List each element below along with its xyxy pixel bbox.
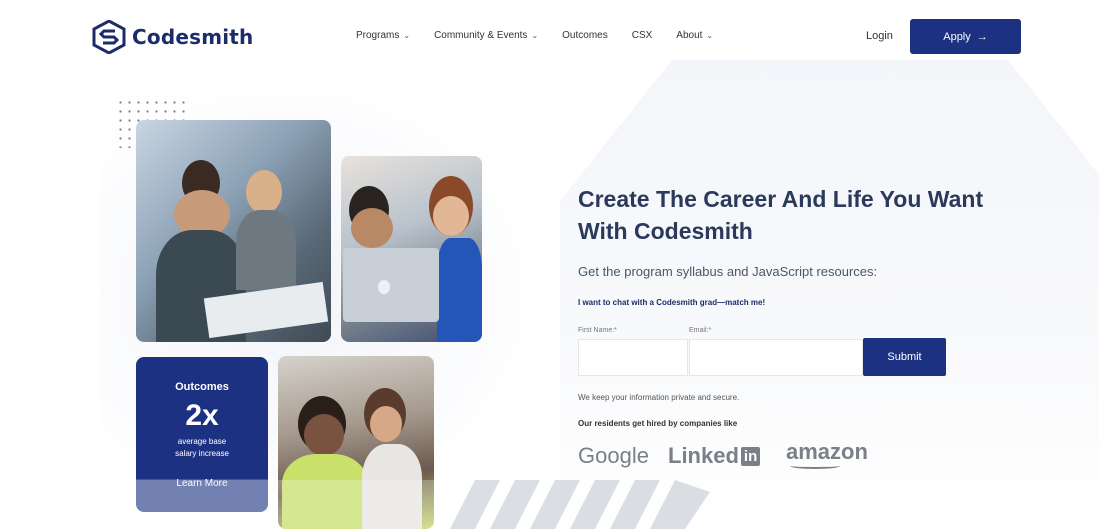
students-collaborating-photo (136, 120, 331, 342)
main-nav: Programs ⌄ Community & Events ⌄ Outcomes… (356, 30, 737, 41)
nav-label: About (676, 30, 703, 41)
chevron-down-icon: ⌄ (706, 31, 714, 40)
site-header: Codesmith Programs ⌄ Community & Events … (0, 0, 1099, 70)
first-name-input[interactable] (578, 339, 688, 376)
laptop-image (343, 248, 439, 322)
nav-item-csx[interactable]: CSX (632, 30, 653, 41)
chevron-down-icon: ⌄ (531, 31, 539, 40)
email-input[interactable] (689, 339, 863, 376)
amazon-smile-icon (790, 463, 840, 469)
apply-label: Apply (943, 30, 971, 43)
amazon-logo: amazon (786, 439, 868, 464)
nav-label: Outcomes (562, 30, 608, 41)
nav-label: CSX (631, 30, 653, 41)
arrow-right-icon: → (976, 30, 988, 43)
apply-button[interactable]: Apply → (910, 19, 1021, 54)
chevron-down-icon: ⌄ (403, 31, 411, 40)
email-label: Email:* (689, 327, 712, 334)
apple-logo-icon (378, 280, 390, 294)
first-name-label: First Name:* (578, 327, 617, 334)
outcomes-desc-line1: average base (177, 437, 227, 446)
privacy-note: We keep your information private and sec… (578, 393, 740, 402)
nav-item-outcomes[interactable]: Outcomes (562, 30, 608, 41)
codesmith-logo[interactable]: Codesmith (92, 20, 254, 54)
nav-item-programs[interactable]: Programs ⌄ (356, 30, 410, 41)
nav-item-community-events[interactable]: Community & Events ⌄ (434, 30, 538, 41)
linkedin-logo: Linked in (668, 443, 761, 469)
outcomes-value: 2x (185, 399, 219, 432)
google-logo: Google (578, 443, 649, 468)
nav-item-about[interactable]: About ⌄ (676, 30, 713, 41)
chat-with-grad-link[interactable]: I want to chat with a Codesmith grad—mat… (578, 298, 765, 307)
outcomes-desc-line2: salary increase (175, 449, 229, 458)
hero-headline: Create The Career And Life You Want With… (578, 186, 984, 244)
decorative-stripes (450, 480, 710, 529)
logo-text: Codesmith (132, 25, 254, 49)
submit-button[interactable]: Submit (863, 338, 946, 376)
nav-label: Programs (356, 30, 400, 41)
linkedin-in-box: in (740, 446, 761, 466)
login-link[interactable]: Login (866, 30, 893, 42)
codesmith-logo-icon (92, 20, 126, 54)
companies-heading: Our residents get hired by companies lik… (578, 419, 738, 428)
hero-subheading: Get the program syllabus and JavaScript … (578, 264, 878, 279)
linkedin-logo-text: Linked (668, 443, 739, 468)
outcomes-title: Outcomes (175, 381, 229, 393)
nav-label: Community & Events (434, 30, 528, 41)
